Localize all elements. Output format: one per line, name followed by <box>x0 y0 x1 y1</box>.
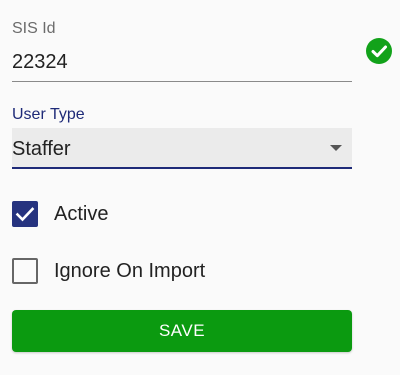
ignore-on-import-label: Ignore On Import <box>54 259 206 282</box>
active-checkbox-row[interactable]: Active <box>12 200 108 228</box>
active-label: Active <box>54 202 109 225</box>
sis-id-label: SIS Id <box>12 20 56 37</box>
user-type-selected-value: Staffer <box>12 138 71 160</box>
user-type-select[interactable]: Staffer <box>12 128 352 169</box>
save-button[interactable]: SAVE <box>12 310 352 352</box>
sis-id-underline <box>12 81 352 82</box>
sis-id-input[interactable]: 22324 <box>12 51 68 74</box>
user-form: SIS Id 22324 User Type Staffer Active Ig… <box>0 0 400 375</box>
dropdown-arrow-icon <box>330 145 342 151</box>
user-type-label: User Type <box>12 106 85 123</box>
ignore-on-import-checkbox-row[interactable]: Ignore On Import <box>12 257 205 285</box>
checkmark-icon <box>15 207 35 222</box>
check-circle-icon <box>366 38 392 64</box>
active-checkbox[interactable] <box>12 201 38 227</box>
ignore-on-import-checkbox[interactable] <box>12 258 38 284</box>
